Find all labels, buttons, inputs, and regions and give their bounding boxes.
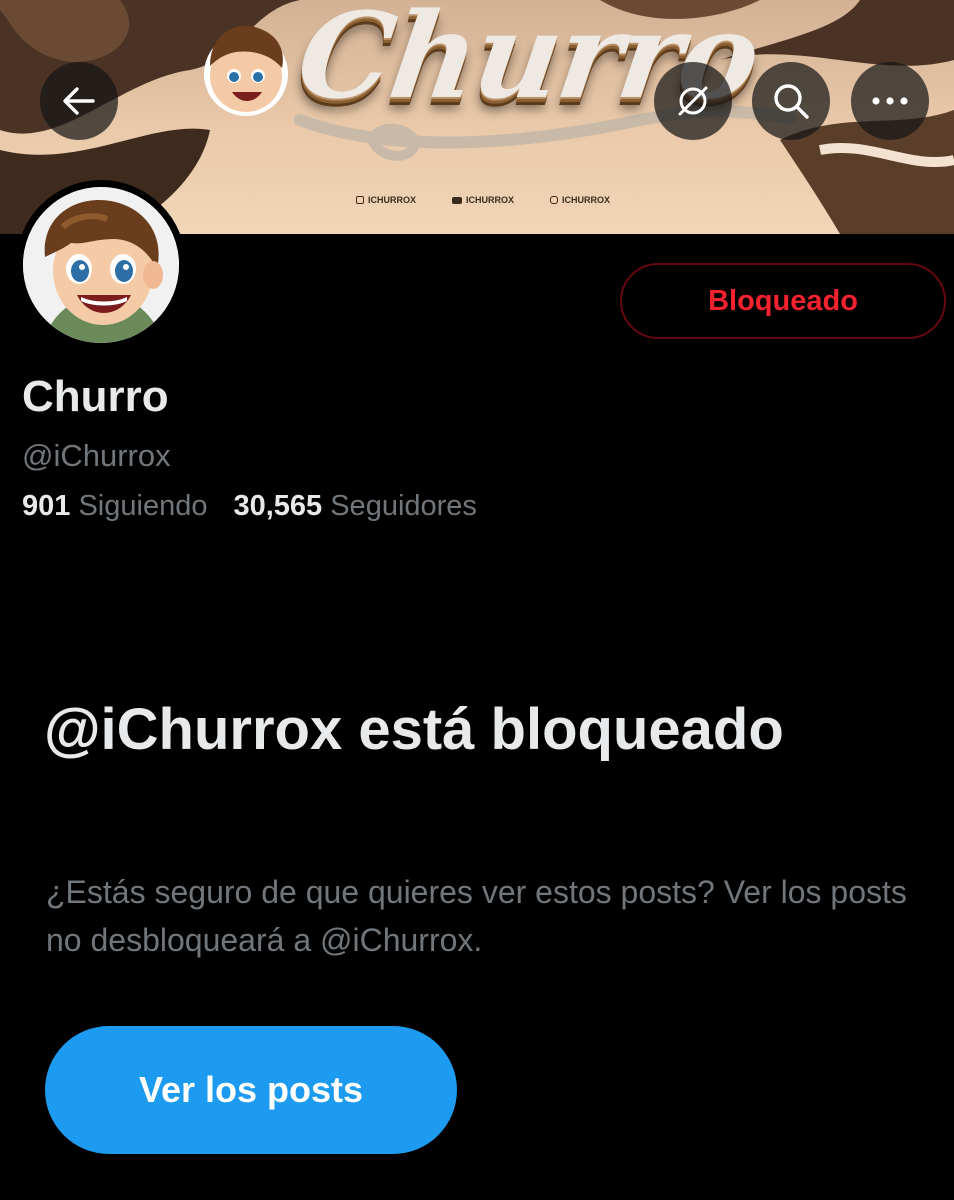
youtube-icon [452,196,462,204]
followers-label: Seguidores [330,490,477,522]
following-label: Siguiendo [78,490,208,522]
avatar[interactable] [16,180,186,350]
blocked-button[interactable]: Bloqueado [620,263,946,339]
blocked-notice-body: ¿Estás seguro de que quieres ver estos p… [46,874,907,958]
grok-button[interactable] [654,62,732,140]
arrow-left-icon [63,87,95,115]
followers-link[interactable]: 30,565 Seguidores [233,490,476,522]
blocked-notice-title: @iChurrox está bloqueado [44,697,784,762]
banner-social-youtube: ICHURROX [452,195,514,205]
following-count: 901 [22,490,71,522]
circle-slash-icon [678,86,708,116]
followers-count: 30,565 [233,490,323,522]
banner-social-twitch: ICHURROX [356,195,416,205]
more-dots-icon [872,97,908,105]
search-icon [774,84,809,119]
handle: @iChurrox [22,438,171,473]
more-button[interactable] [851,62,929,140]
banner-social-instagram: ICHURROX [550,195,610,205]
display-name: Churro [22,372,169,421]
banner-social-label: ICHURROX [562,195,611,205]
search-button[interactable] [752,62,830,140]
avatar-mascot-face [23,187,179,343]
view-posts-button[interactable]: Ver los posts [45,1026,457,1154]
profile-stats: 901 Siguiendo 30,565 Seguidores [22,490,477,523]
following-link[interactable]: 901 Siguiendo [22,490,207,522]
avatar-image [23,187,179,343]
banner-mascot-face [204,25,288,116]
back-button[interactable] [40,62,118,140]
banner-social-label: ICHURROX [368,195,417,205]
twitch-icon [356,196,364,204]
banner-social-label: ICHURROX [466,195,515,205]
instagram-icon [550,196,558,204]
